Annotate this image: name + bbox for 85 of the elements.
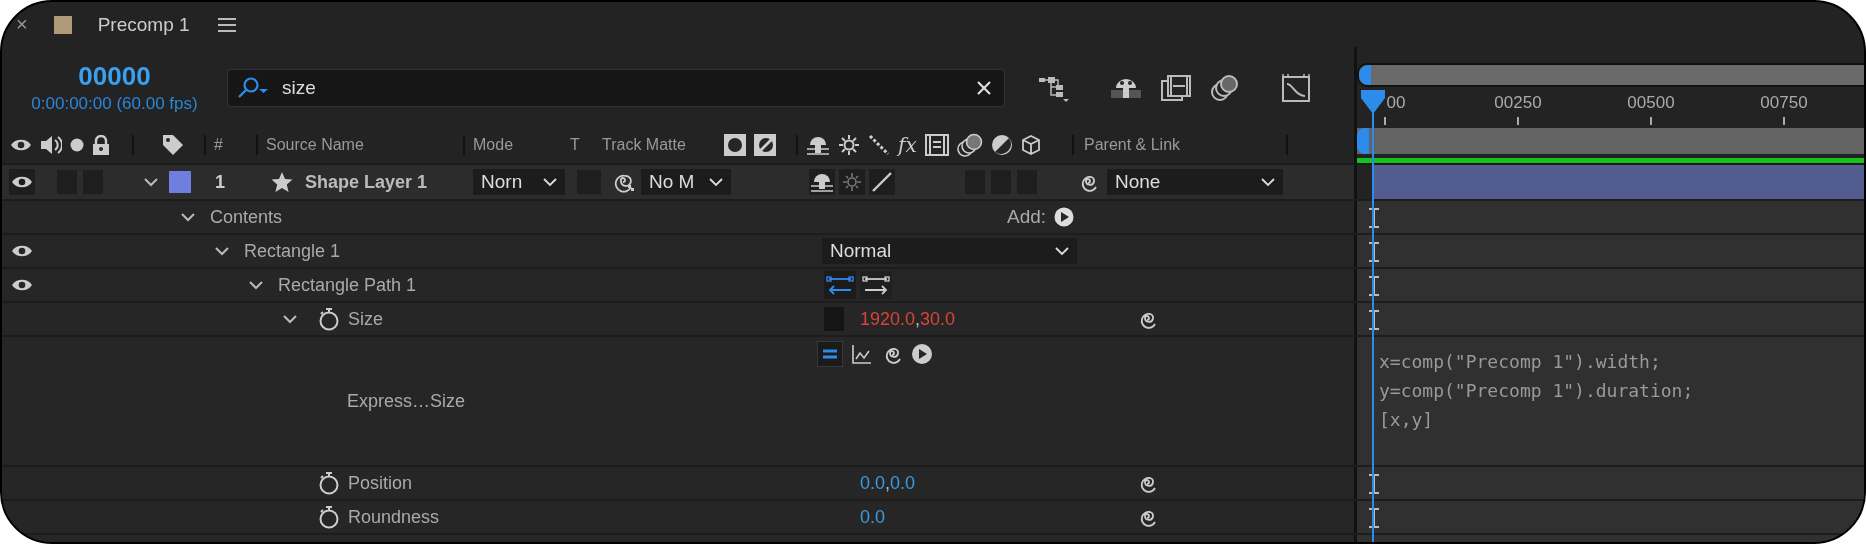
label-color-icon: [53, 15, 72, 34]
chevron-down-icon: [709, 177, 723, 187]
ruler-label: 00250: [1494, 93, 1542, 113]
keyframe-ibeam-icon: [1368, 242, 1380, 262]
stopwatch-icon[interactable]: [318, 307, 340, 331]
eye-icon[interactable]: [11, 278, 33, 292]
layer-number: 1: [215, 171, 225, 193]
overlapping-circles-icon[interactable]: [956, 133, 983, 157]
circle-mask-icon[interactable]: [724, 134, 746, 156]
slashed-mask-icon[interactable]: [754, 134, 776, 156]
group-name[interactable]: Rectangle Path 1: [278, 274, 417, 296]
expression-enable-toggle[interactable]: [817, 341, 843, 367]
label-color-swatch[interactable]: [169, 171, 191, 193]
shy-icon[interactable]: [809, 169, 835, 195]
track-matte-dropdown[interactable]: No M: [641, 169, 731, 195]
chevron-down-icon: [1055, 246, 1069, 256]
property-name[interactable]: Position: [348, 472, 413, 494]
close-button[interactable]: ×: [16, 13, 28, 36]
reverse-direction-button[interactable]: [824, 271, 856, 299]
keyframe-ibeam-icon: [1368, 474, 1380, 494]
chevron-down-icon: [1261, 177, 1275, 187]
speaker-icon[interactable]: [40, 135, 62, 155]
half-circle-icon[interactable]: [990, 134, 1013, 156]
column-header[interactable]: Track Matte: [594, 136, 716, 154]
column-header[interactable]: Parent & Link: [1074, 136, 1286, 154]
group-name[interactable]: Contents: [210, 206, 283, 228]
dotted-diagonal-icon[interactable]: [868, 134, 890, 156]
blend-mode-dropdown[interactable]: Normal: [822, 238, 1077, 264]
graph-icon[interactable]: [851, 343, 873, 365]
group-name[interactable]: Rectangle 1: [244, 240, 341, 262]
ruler-label: 00750: [1760, 93, 1808, 113]
search-icon: [236, 76, 270, 100]
parent-dropdown[interactable]: None: [1107, 169, 1283, 195]
keyframe-ibeam-icon: [1368, 310, 1380, 330]
time-detail: 0:00:00:00 (60.00 fps): [31, 94, 198, 114]
sun-icon[interactable]: [838, 134, 860, 156]
keyframe-ibeam-icon: [1368, 508, 1380, 528]
stopwatch-icon[interactable]: [318, 471, 340, 495]
eye-icon[interactable]: [10, 138, 32, 152]
play-icon[interactable]: [911, 343, 933, 365]
property-value[interactable]: 30.0: [920, 308, 956, 330]
lock-icon[interactable]: [92, 135, 110, 155]
search-field[interactable]: size: [227, 69, 1005, 107]
stopwatch-icon[interactable]: [318, 505, 340, 529]
layer-name[interactable]: Shape Layer 1: [305, 171, 473, 193]
column-header[interactable]: fx: [898, 133, 917, 157]
star-icon: [271, 171, 293, 193]
quality-line-icon[interactable]: [869, 169, 895, 195]
solo-dot-icon[interactable]: [70, 138, 84, 152]
current-time[interactable]: 00000: [78, 61, 151, 92]
value-separator: ,: [885, 472, 891, 494]
property-value[interactable]: 0.0: [890, 472, 916, 494]
column-header[interactable]: T: [562, 136, 594, 154]
graph-editor-icon[interactable]: [1279, 72, 1313, 104]
eye-icon[interactable]: [9, 169, 35, 195]
mode-dropdown[interactable]: Norn: [473, 169, 565, 195]
film-frames-icon[interactable]: [1159, 73, 1193, 103]
property-name[interactable]: Roundness: [348, 506, 440, 528]
property-value[interactable]: 0.0: [860, 472, 886, 494]
forward-direction-button[interactable]: [860, 271, 892, 299]
column-header[interactable]: #: [206, 136, 256, 154]
chevron-down-icon: [543, 177, 557, 187]
expression-label: Express…Size: [347, 390, 466, 412]
ruler-label: 00500: [1627, 93, 1675, 113]
keyframe-ibeam-icon: [1368, 276, 1380, 296]
play-icon[interactable]: [1054, 207, 1075, 227]
column-header[interactable]: Mode: [465, 136, 562, 154]
ruler-label: 00: [1386, 93, 1406, 113]
column-header[interactable]: Source Name: [258, 136, 463, 154]
property-name[interactable]: Size: [348, 308, 383, 330]
property-value[interactable]: 1920.0: [860, 308, 916, 330]
film-frames-icon[interactable]: [924, 134, 949, 156]
keyframe-ibeam-icon: [1368, 208, 1380, 228]
clear-icon[interactable]: [976, 80, 992, 96]
cube-icon[interactable]: [1020, 134, 1041, 156]
panel-tab-title[interactable]: Precomp 1: [97, 13, 190, 36]
navigator-bar[interactable]: [1357, 63, 1864, 87]
eye-icon[interactable]: [11, 244, 33, 258]
property-value[interactable]: 0.0: [860, 506, 886, 528]
shy-icon[interactable]: [806, 134, 830, 156]
search-input[interactable]: size: [280, 76, 976, 100]
value-separator: ,: [915, 308, 921, 330]
menu-icon[interactable]: [217, 17, 236, 32]
tag-icon[interactable]: [162, 134, 184, 156]
add-label: Add:: [1007, 206, 1047, 228]
